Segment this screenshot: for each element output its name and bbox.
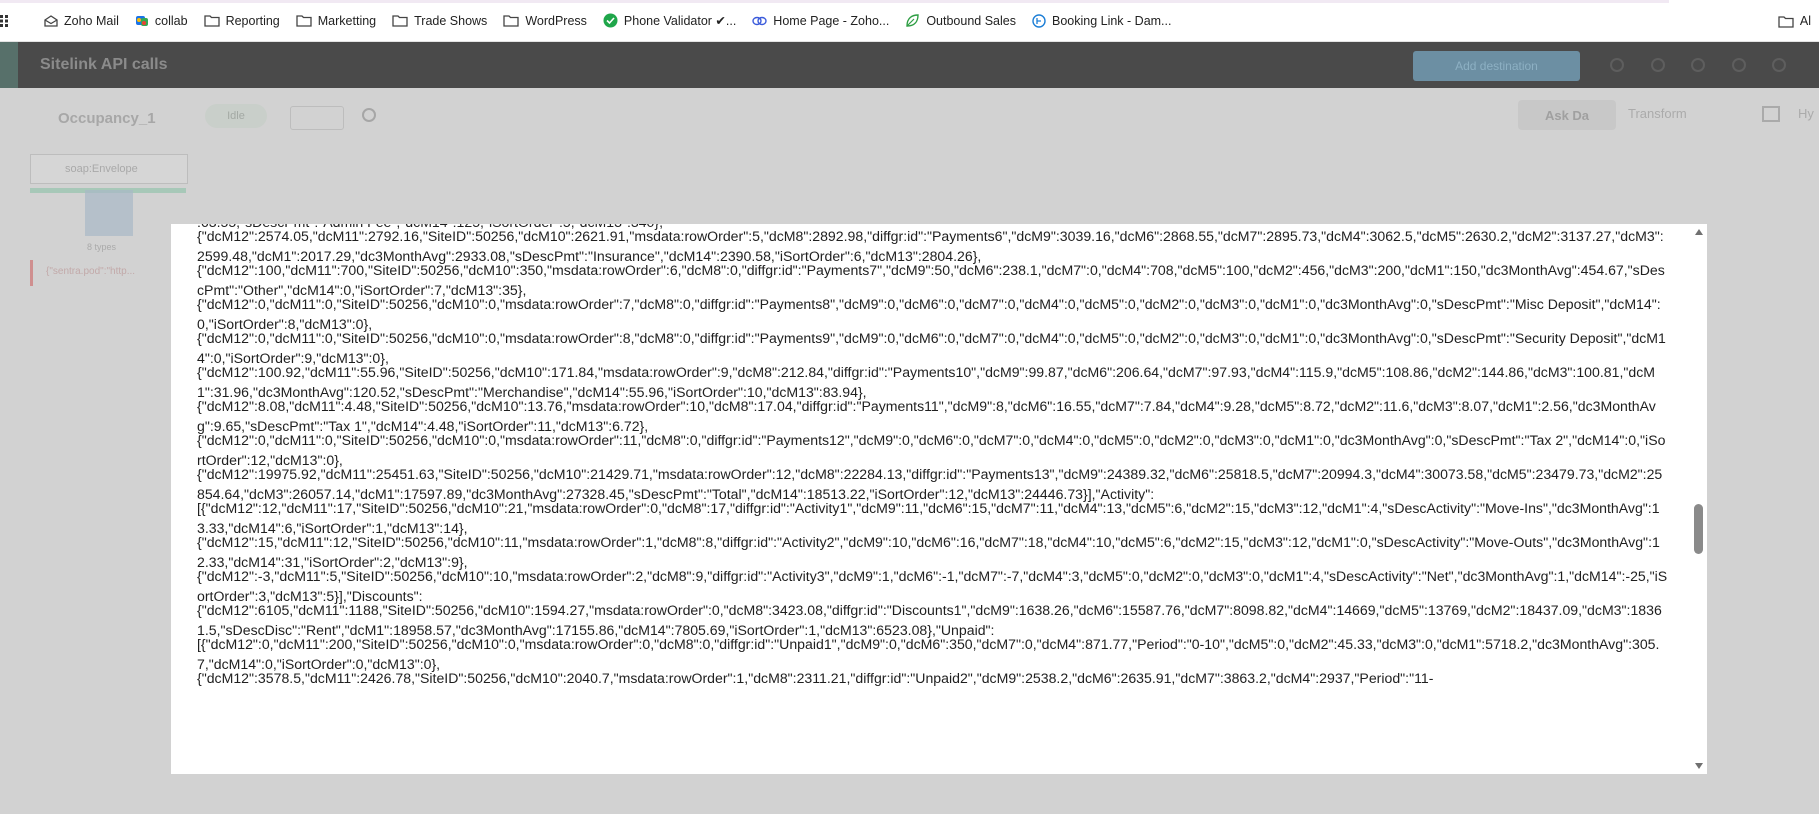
modal-scrollbar[interactable] [1691,224,1707,774]
bookmark-label: Zoho Mail [64,13,119,28]
collab-icon [135,15,148,26]
bookmark-label: collab [154,13,188,28]
bookmark-label: Reporting [225,13,280,28]
bookmark-label: Trade Shows [414,13,488,28]
json-line: {"dcM12":3578.5,"dcM11":2426.78,"SiteID"… [197,670,1434,686]
bookmark-label: Home Page - Zoho... [773,13,890,28]
ask-label: Ask Da [1544,107,1590,123]
bookmark-outbound-sales[interactable]: Outbound Sales [897,6,1024,36]
leaf-icon [906,14,920,27]
bookmark-label: WordPress [525,13,587,28]
add-destination-button[interactable]: Add destination [1413,51,1580,81]
scroll-up-arrow-icon[interactable] [1695,229,1703,235]
bookmark-booking-link[interactable]: Booking Link - Dam... [1024,6,1180,36]
edge-label: Hy [1798,106,1814,121]
thumbnail-label: 8 types [87,242,117,252]
undo-redo-buttons[interactable] [290,106,344,130]
ask-button[interactable]: Ask Da [1518,100,1616,130]
envelope-tab[interactable]: soap:Envelope [30,154,188,184]
bookmark-folder-trade-shows[interactable]: Trade Shows [384,6,495,36]
booking-icon [1032,13,1046,28]
bookmark-home-page-zoho[interactable]: Home Page - Zoho... [744,6,897,36]
search-icon[interactable] [362,108,376,122]
folder-icon [203,15,220,27]
transform-button[interactable]: Transform [1628,106,1687,121]
bookmark-label: Phone Validator ✔... [623,14,737,28]
settings-icon[interactable] [1691,58,1705,72]
top-navigation: Sitelink API calls Add destination [0,42,1819,88]
bookmark-label: Al [1799,14,1811,28]
app-title: Sitelink API calls [40,56,168,73]
bookmarks-bar: Zoho Mail collab Reporting Marketting Tr… [0,0,1819,42]
scroll-down-arrow-icon[interactable] [1695,763,1703,769]
folder-icon [1778,15,1794,28]
bookmark-label: Marketting [317,13,377,28]
mail-icon [44,14,58,27]
flow-title[interactable]: Occupancy_1 [58,110,156,127]
bookmark-label: Booking Link - Dam... [1051,13,1172,28]
check-circle-icon [603,13,618,28]
bookmark-zoho-mail[interactable]: Zoho Mail [22,6,127,36]
folder-icon [503,15,519,27]
scrollbar-thumb[interactable] [1694,504,1703,554]
row-preview: {"sentra.pod":"http... [46,266,136,277]
add-destination-label: Add destination [1455,59,1538,73]
apps-grid-icon[interactable] [0,6,22,36]
bookmark-folder-marketting[interactable]: Marketting [288,6,384,36]
error-indicator [30,260,33,286]
link-icon [752,16,767,25]
bookmark-phone-validator[interactable]: Phone Validator ✔... [595,6,744,36]
help-icon[interactable] [1732,58,1746,72]
folder-icon [392,15,408,27]
bookmark-label: Outbound Sales [926,13,1016,28]
flow-toolbar: Occupancy_1 Idle Ask Da Transform Hy [0,88,1819,193]
bookmark-overflow-folder[interactable]: Al [1770,6,1819,36]
notification-icon[interactable] [1651,58,1665,72]
table-thumbnail[interactable] [85,190,133,236]
status-badge: Idle [205,104,267,128]
grid-view-icon[interactable] [1762,106,1780,122]
envelope-tab-label: soap:Envelope [65,163,138,175]
bookmark-folder-wordpress[interactable]: WordPress [495,6,595,36]
json-viewer-modal[interactable]: :63.55,"sDescPmt":"Admin Fee","dcM14":12… [171,224,1707,774]
search-icon[interactable] [1610,58,1624,72]
folder-icon [296,15,312,27]
json-content[interactable]: :63.55,"sDescPmt":"Admin Fee","dcM14":12… [197,224,1669,688]
nav-left-strip [0,42,18,88]
bookmark-collab[interactable]: collab [127,6,196,36]
profile-icon[interactable] [1772,58,1786,72]
bookmark-folder-reporting[interactable]: Reporting [196,6,288,36]
status-label: Idle [227,110,245,122]
